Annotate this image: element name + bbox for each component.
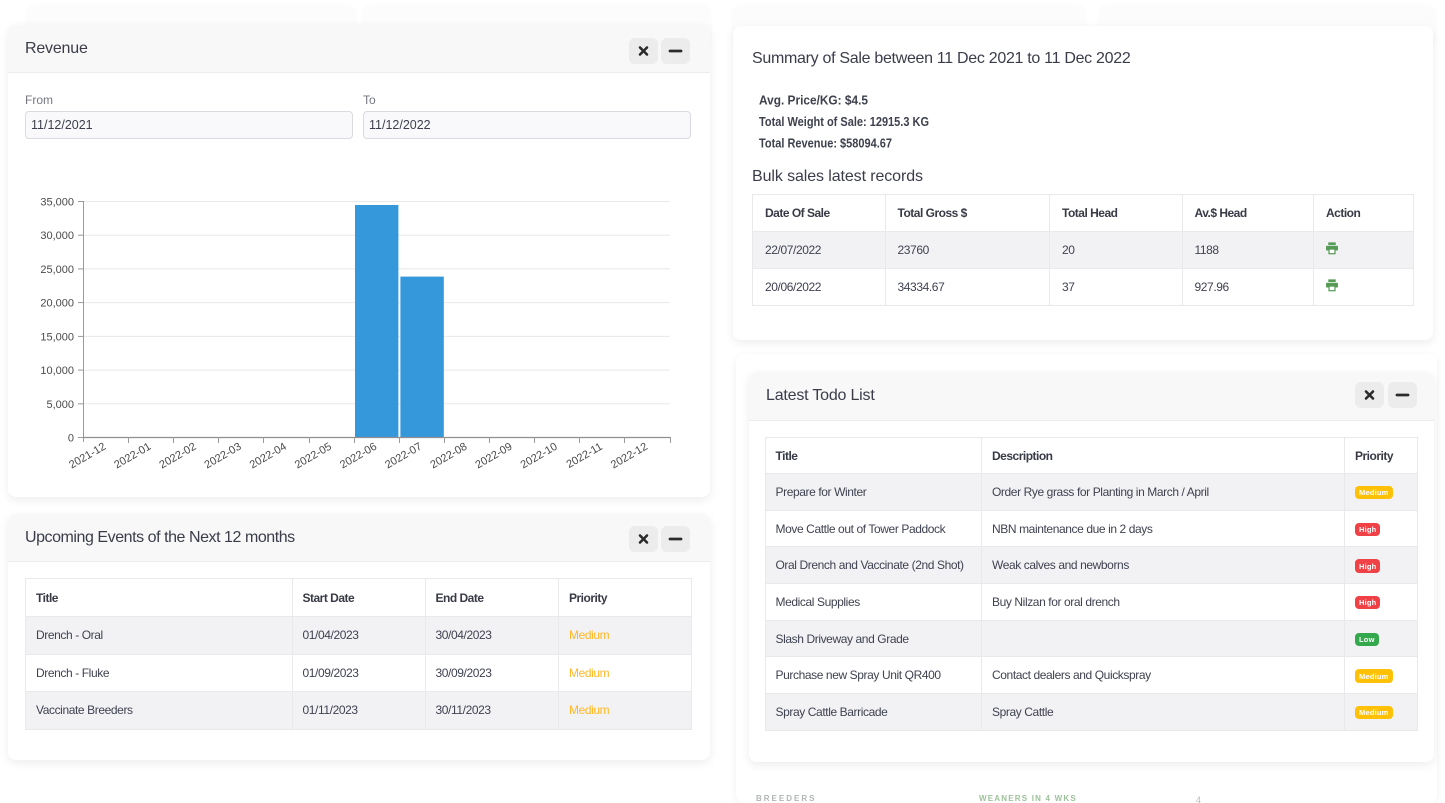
- svg-text:30,000: 30,000: [40, 230, 74, 242]
- svg-text:2022-03: 2022-03: [203, 441, 244, 472]
- svg-text:25,000: 25,000: [40, 264, 74, 276]
- svg-text:2022-11: 2022-11: [564, 441, 604, 471]
- svg-text:2022-05: 2022-05: [293, 441, 334, 472]
- svg-text:2022-07: 2022-07: [383, 441, 424, 472]
- svg-text:2022-02: 2022-02: [157, 441, 198, 472]
- svg-text:Total Revenue: $58094.67: Total Revenue: $58094.67: [759, 137, 892, 151]
- svg-text:15,000: 15,000: [40, 331, 74, 343]
- svg-text:20,000: 20,000: [40, 298, 74, 310]
- svg-text:2022-04: 2022-04: [248, 441, 289, 472]
- svg-text:35,000: 35,000: [40, 197, 74, 209]
- svg-text:2022-09: 2022-09: [473, 441, 514, 472]
- svg-text:10,000: 10,000: [40, 365, 74, 377]
- svg-text:2022-10: 2022-10: [519, 441, 560, 472]
- svg-text:Total Weight of Sale: 12915.3: Total Weight of Sale: 12915.3 KG: [759, 115, 929, 129]
- svg-text:0: 0: [68, 433, 74, 445]
- svg-text:5,000: 5,000: [46, 399, 74, 411]
- svg-text:2022-12: 2022-12: [609, 441, 650, 472]
- svg-text:2022-06: 2022-06: [338, 441, 379, 472]
- svg-text:2021-12: 2021-12: [67, 441, 108, 472]
- svg-text:Avg. Price/KG: $4.5: Avg. Price/KG: $4.5: [759, 94, 868, 108]
- svg-text:2022-01: 2022-01: [112, 441, 153, 472]
- svg-text:2022-08: 2022-08: [428, 441, 469, 472]
